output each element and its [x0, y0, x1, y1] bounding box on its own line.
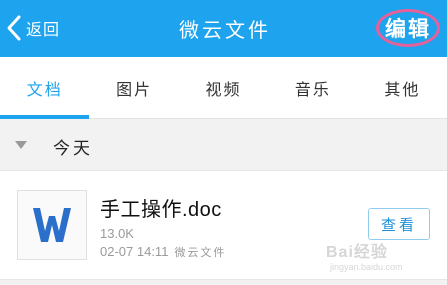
- category-tabs: 文档 图片 视频 音乐 其他: [0, 57, 447, 119]
- page-title: 微云文件: [179, 18, 271, 42]
- date-group-label: 今天: [53, 139, 93, 159]
- top-navigation-bar: 返回 微云文件 编辑: [0, 0, 447, 57]
- tab-other-label: 其他: [384, 79, 421, 99]
- back-label: 返回: [26, 20, 61, 39]
- chevron-left-icon: [7, 15, 21, 41]
- word-doc-icon: [17, 190, 87, 260]
- tab-images[interactable]: 图片: [89, 57, 178, 118]
- tab-documents[interactable]: 文档: [0, 57, 89, 119]
- tab-documents-label: 文档: [26, 79, 63, 99]
- edit-button[interactable]: 编辑: [376, 9, 440, 47]
- word-letter-w: [33, 208, 71, 242]
- tab-music-label: 音乐: [294, 79, 331, 99]
- edit-highlight-ring: [376, 9, 440, 47]
- file-meta: 02-07 14:11 微云文件: [100, 244, 226, 260]
- view-button[interactable]: 查看: [368, 208, 430, 240]
- watermark-sub: jingyan.baidu.com: [330, 262, 403, 272]
- file-source: 微云文件: [174, 247, 227, 259]
- file-name: 手工操作.doc: [100, 199, 222, 221]
- tab-videos-label: 视频: [205, 79, 242, 99]
- file-date: 02-07 14:11: [100, 244, 169, 259]
- collapse-caret-icon: [15, 141, 27, 149]
- tab-music[interactable]: 音乐: [268, 57, 357, 118]
- tab-images-label: 图片: [116, 79, 153, 99]
- active-tab-indicator: [0, 115, 89, 119]
- date-group-header[interactable]: 今天: [0, 120, 447, 170]
- back-button[interactable]: 返回: [6, 10, 60, 46]
- file-size: 13.0K: [100, 226, 134, 241]
- tab-videos[interactable]: 视频: [179, 57, 268, 118]
- watermark-main: Bai经验: [326, 244, 388, 261]
- baidu-jingyan-watermark: Bai经验 jingyan.baidu.com: [318, 238, 443, 282]
- tab-other[interactable]: 其他: [358, 57, 447, 118]
